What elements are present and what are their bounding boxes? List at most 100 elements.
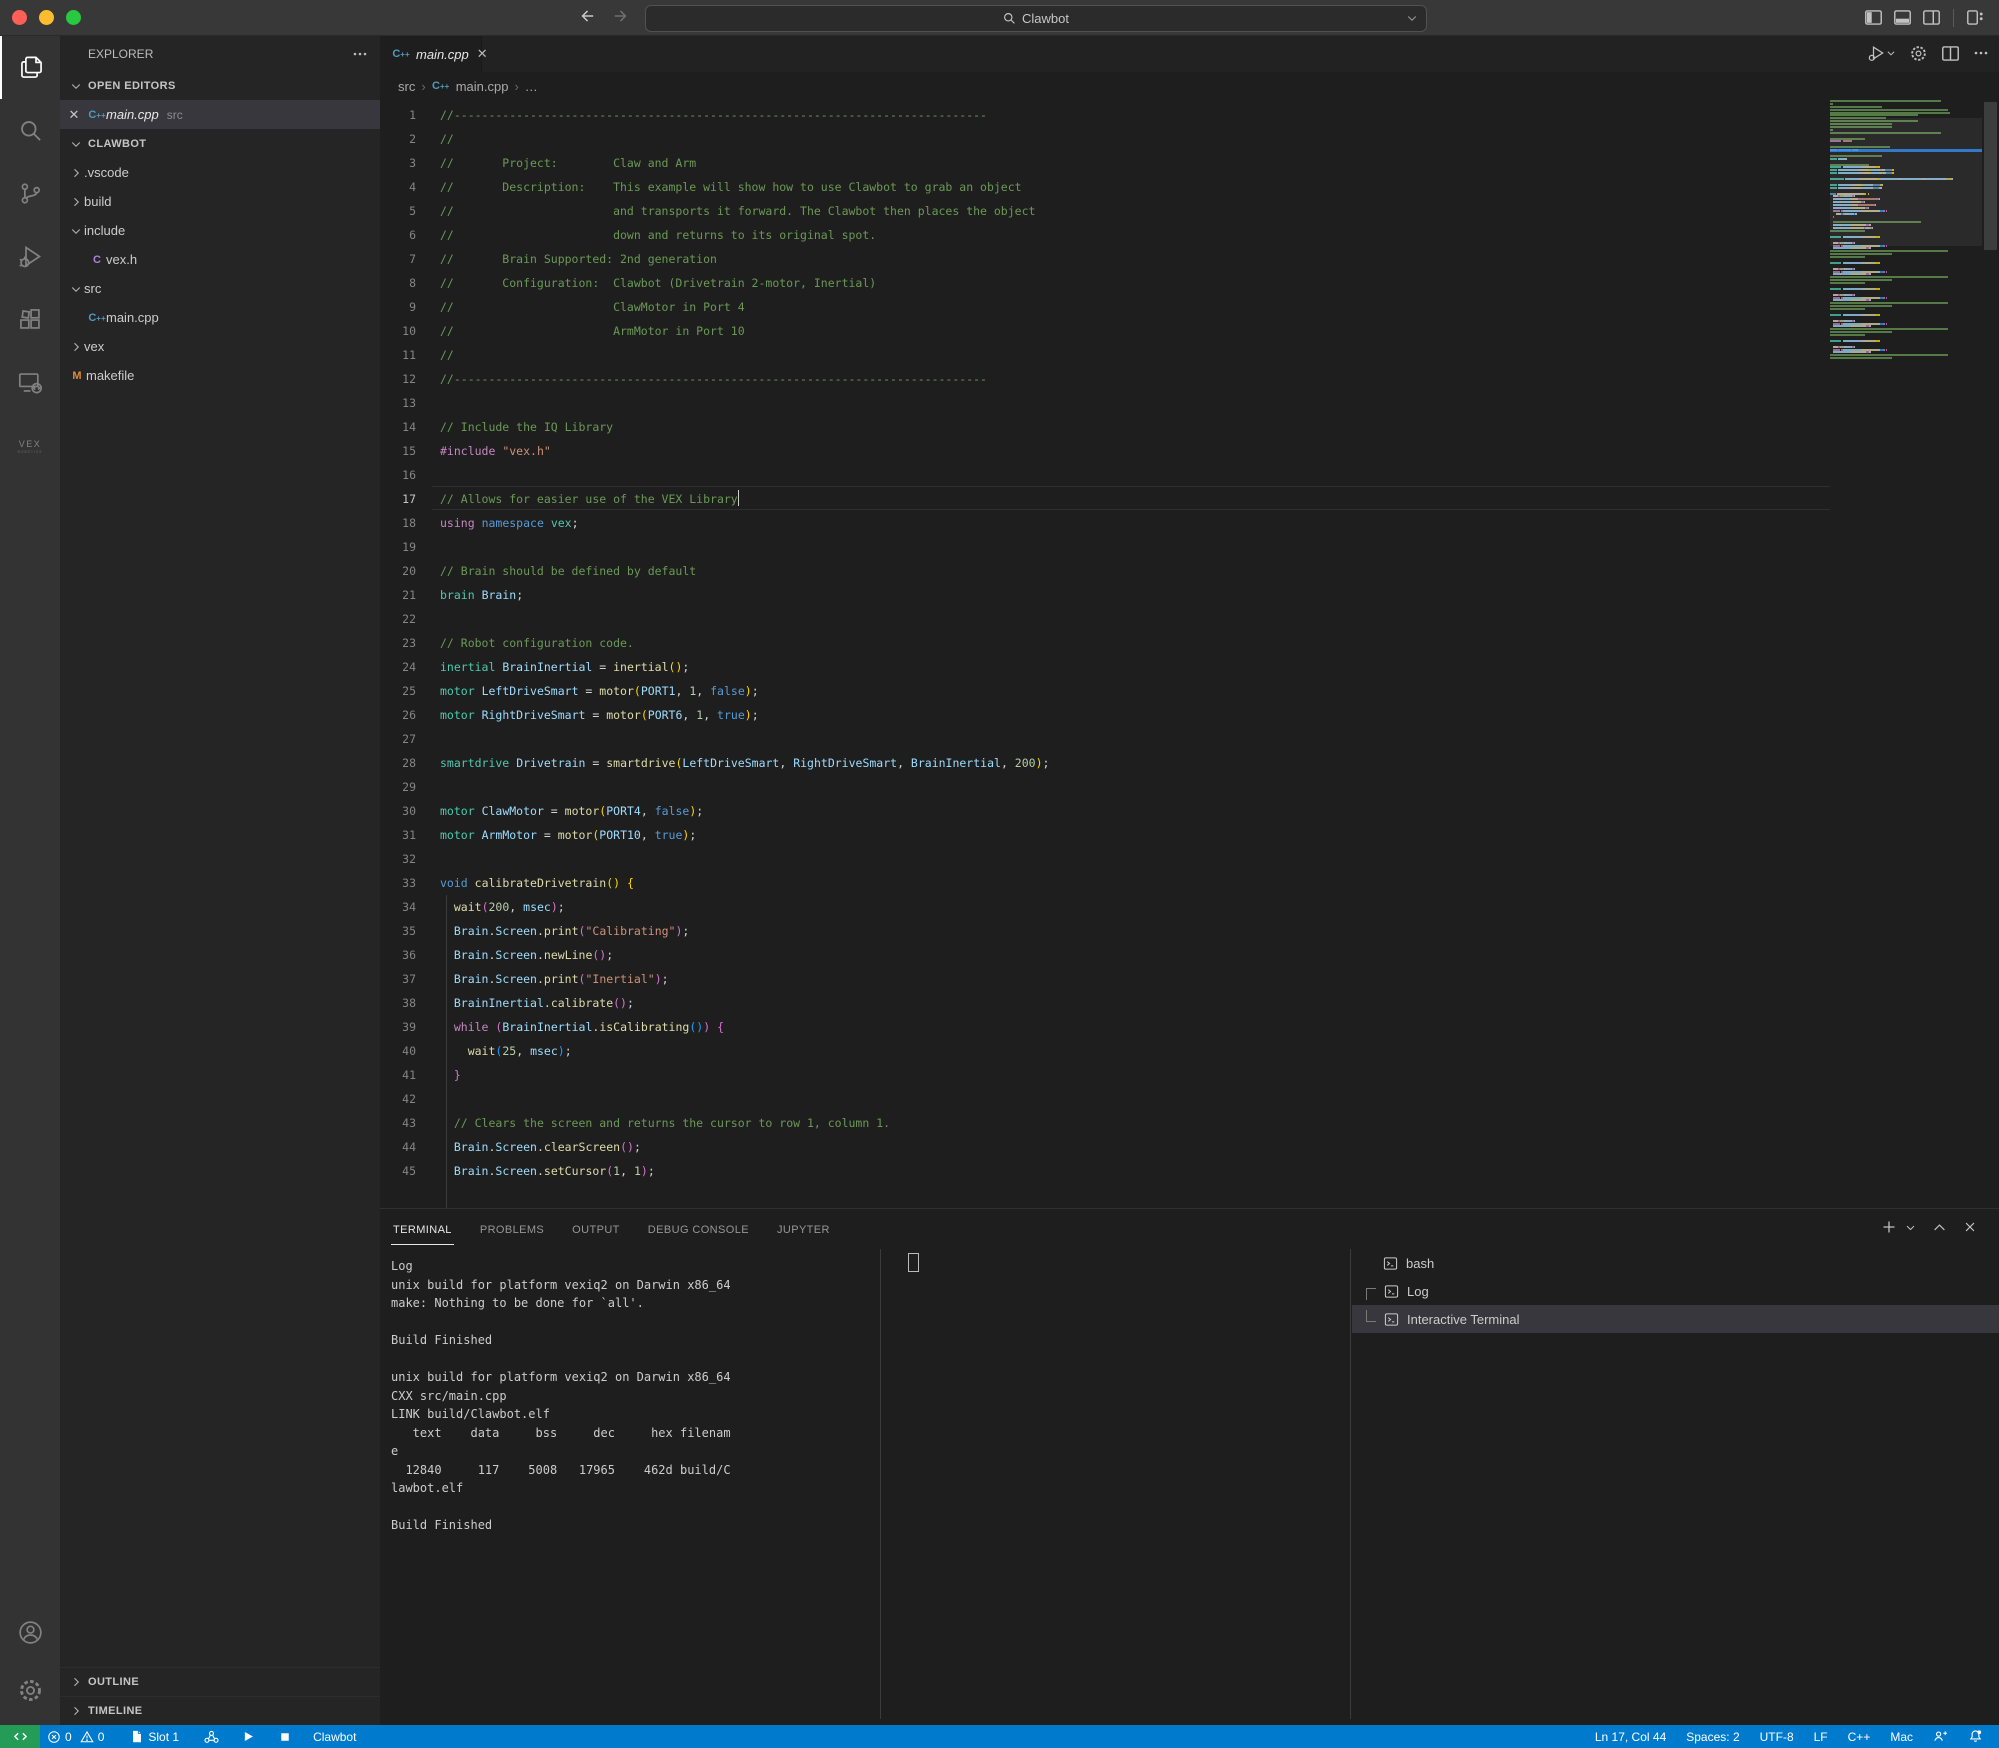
remote-explorer-icon[interactable] (0, 351, 60, 414)
minimap-token (1879, 339, 1881, 342)
pane-divider[interactable] (880, 1249, 881, 1719)
minimap-token (1830, 114, 1919, 117)
code-line: wait(200, msec); (453, 900, 565, 914)
outline-section-header[interactable]: OUTLINE (60, 1667, 380, 1696)
line-number: 7 (409, 252, 416, 266)
stop-program-icon[interactable] (272, 1725, 298, 1748)
tree-item-vex[interactable]: vex (60, 332, 380, 361)
editor-group: C++ main.cpp ✕ src › C++ main.cpp › … 12… (380, 36, 1999, 1725)
line-number: 29 (402, 780, 416, 794)
tab-terminal[interactable]: TERMINAL (391, 1214, 454, 1245)
new-terminal-icon[interactable] (1881, 1219, 1897, 1235)
indentation-status[interactable]: Spaces: 2 (1680, 1730, 1745, 1744)
minimap-token (1830, 250, 1948, 253)
terminal-list-item-bash[interactable]: bash (1352, 1249, 1999, 1277)
minimap-token (1830, 276, 1948, 279)
open-editors-header[interactable]: OPEN EDITORS (60, 71, 380, 100)
minimap-token (1853, 267, 1856, 270)
open-editor-main-cpp[interactable]: ✕ C++ main.cpp src (60, 100, 380, 129)
eol-status[interactable]: LF (1808, 1730, 1834, 1744)
tab-debug-console[interactable]: DEBUG CONSOLE (646, 1214, 751, 1244)
remote-indicator[interactable] (0, 1725, 40, 1748)
tree-item-label: build (84, 194, 112, 209)
minimap-token (1830, 339, 1842, 342)
customize-layout-icon[interactable] (1966, 8, 1985, 27)
feedback-icon[interactable] (1927, 1729, 1954, 1744)
run-program-icon[interactable] (235, 1725, 262, 1748)
remote-os-status[interactable]: Mac (1884, 1730, 1919, 1744)
tab-jupyter[interactable]: JUPYTER (775, 1214, 832, 1244)
cursor-position-status[interactable]: Ln 17, Col 44 (1589, 1730, 1672, 1744)
close-window-button[interactable] (12, 10, 27, 25)
minimap-token (1842, 270, 1861, 273)
forward-icon[interactable] (612, 7, 630, 25)
tree-item-main-cpp[interactable]: C++ main.cpp (60, 303, 380, 332)
tab-problems[interactable]: PROBLEMS (478, 1214, 546, 1244)
minimap-token (1830, 334, 1865, 337)
project-root-header[interactable]: CLAWBOT (60, 129, 380, 158)
toggle-secondary-sidebar-icon[interactable] (1922, 8, 1941, 27)
editor-scrollbar[interactable] (1982, 100, 1999, 1208)
tree-item-build[interactable]: build (60, 187, 380, 216)
tab-output[interactable]: OUTPUT (570, 1214, 622, 1244)
line-number: 39 (402, 1020, 416, 1034)
toggle-panel-icon[interactable] (1893, 8, 1912, 27)
close-panel-icon[interactable] (1963, 1220, 1977, 1234)
minimap[interactable] (1830, 100, 1982, 1208)
timeline-section-header[interactable]: TIMELINE (60, 1696, 380, 1725)
tree-item-makefile[interactable]: Mmakefile (60, 361, 380, 390)
more-actions-icon[interactable] (352, 46, 368, 62)
tab-main-cpp[interactable]: C++ main.cpp ✕ (380, 36, 488, 72)
error-icon (47, 1730, 61, 1744)
minimize-window-button[interactable] (39, 10, 54, 25)
tree-item-vex-h[interactable]: Cvex.h (60, 245, 380, 274)
encoding-status[interactable]: UTF-8 (1754, 1730, 1800, 1744)
line-number: 23 (402, 636, 416, 650)
terminal-output[interactable]: Log unix build for platform vexiq2 on Dar… (391, 1257, 871, 1535)
zoom-window-button[interactable] (66, 10, 81, 25)
code-editor[interactable]: 1 2 3 4 5 6 7 8 9 10 11 12 13 14 15 16 17 18 19 20 21 22 23 24 2… (380, 100, 1999, 1208)
close-tab-icon[interactable]: ✕ (477, 46, 488, 62)
project-name-status[interactable]: Clawbot (306, 1725, 363, 1748)
notifications-bell-icon[interactable] (1962, 1729, 1989, 1744)
explorer-icon[interactable] (0, 36, 60, 99)
tree-item-include[interactable]: include (60, 216, 380, 245)
tree-item--vscode[interactable]: .vscode (60, 158, 380, 187)
source-control-icon[interactable] (0, 162, 60, 225)
terminal-list-item-Interactive-Terminal[interactable]: Interactive Terminal (1352, 1305, 1999, 1333)
accounts-icon[interactable] (0, 1603, 60, 1661)
toggle-primary-sidebar-icon[interactable] (1864, 8, 1883, 27)
file-tree: .vscode build include Cvex.h src C++ main.cpp v… (60, 158, 380, 390)
search-view-icon[interactable] (0, 99, 60, 162)
close-editor-icon[interactable]: ✕ (60, 107, 88, 123)
minimap-token (1862, 296, 1881, 299)
settings-gear-icon[interactable] (0, 1661, 60, 1719)
pane-divider[interactable] (1350, 1249, 1351, 1719)
run-and-debug-icon[interactable] (0, 225, 60, 288)
terminal-list-item-Log[interactable]: Log (1352, 1277, 1999, 1305)
slot-file-icon (130, 1729, 144, 1744)
line-number: 45 (402, 1164, 416, 1178)
language-mode-status[interactable]: C++ (1842, 1730, 1877, 1744)
breadcrumb[interactable]: src › C++ main.cpp › … (380, 72, 1999, 100)
extensions-icon[interactable] (0, 288, 60, 351)
terminal-dropdown-icon[interactable] (1905, 1222, 1916, 1233)
configure-gear-icon[interactable] (1909, 44, 1928, 63)
slot-selector[interactable]: Slot 1 (123, 1725, 186, 1748)
run-or-debug-icon[interactable] (1866, 43, 1896, 63)
problems-status[interactable]: 0 0 (40, 1725, 111, 1748)
line-number: 5 (409, 204, 416, 218)
more-actions-icon[interactable] (1973, 45, 1989, 61)
vex-extension-icon[interactable]: VEX ROBOTICS (0, 414, 60, 477)
back-icon[interactable] (578, 7, 596, 25)
terminal-line: LINK build/Clawbot.elf (391, 1407, 550, 1421)
line-number: 17 (402, 492, 416, 506)
command-center-search[interactable]: Clawbot (645, 5, 1427, 32)
tree-item-src[interactable]: src (60, 274, 380, 303)
maximize-panel-icon[interactable] (1933, 1221, 1946, 1234)
minimap-token (1869, 273, 1871, 276)
vex-device-icon[interactable] (196, 1725, 227, 1748)
split-editor-icon[interactable] (1941, 44, 1960, 63)
chevron-down-icon[interactable] (1406, 12, 1418, 24)
